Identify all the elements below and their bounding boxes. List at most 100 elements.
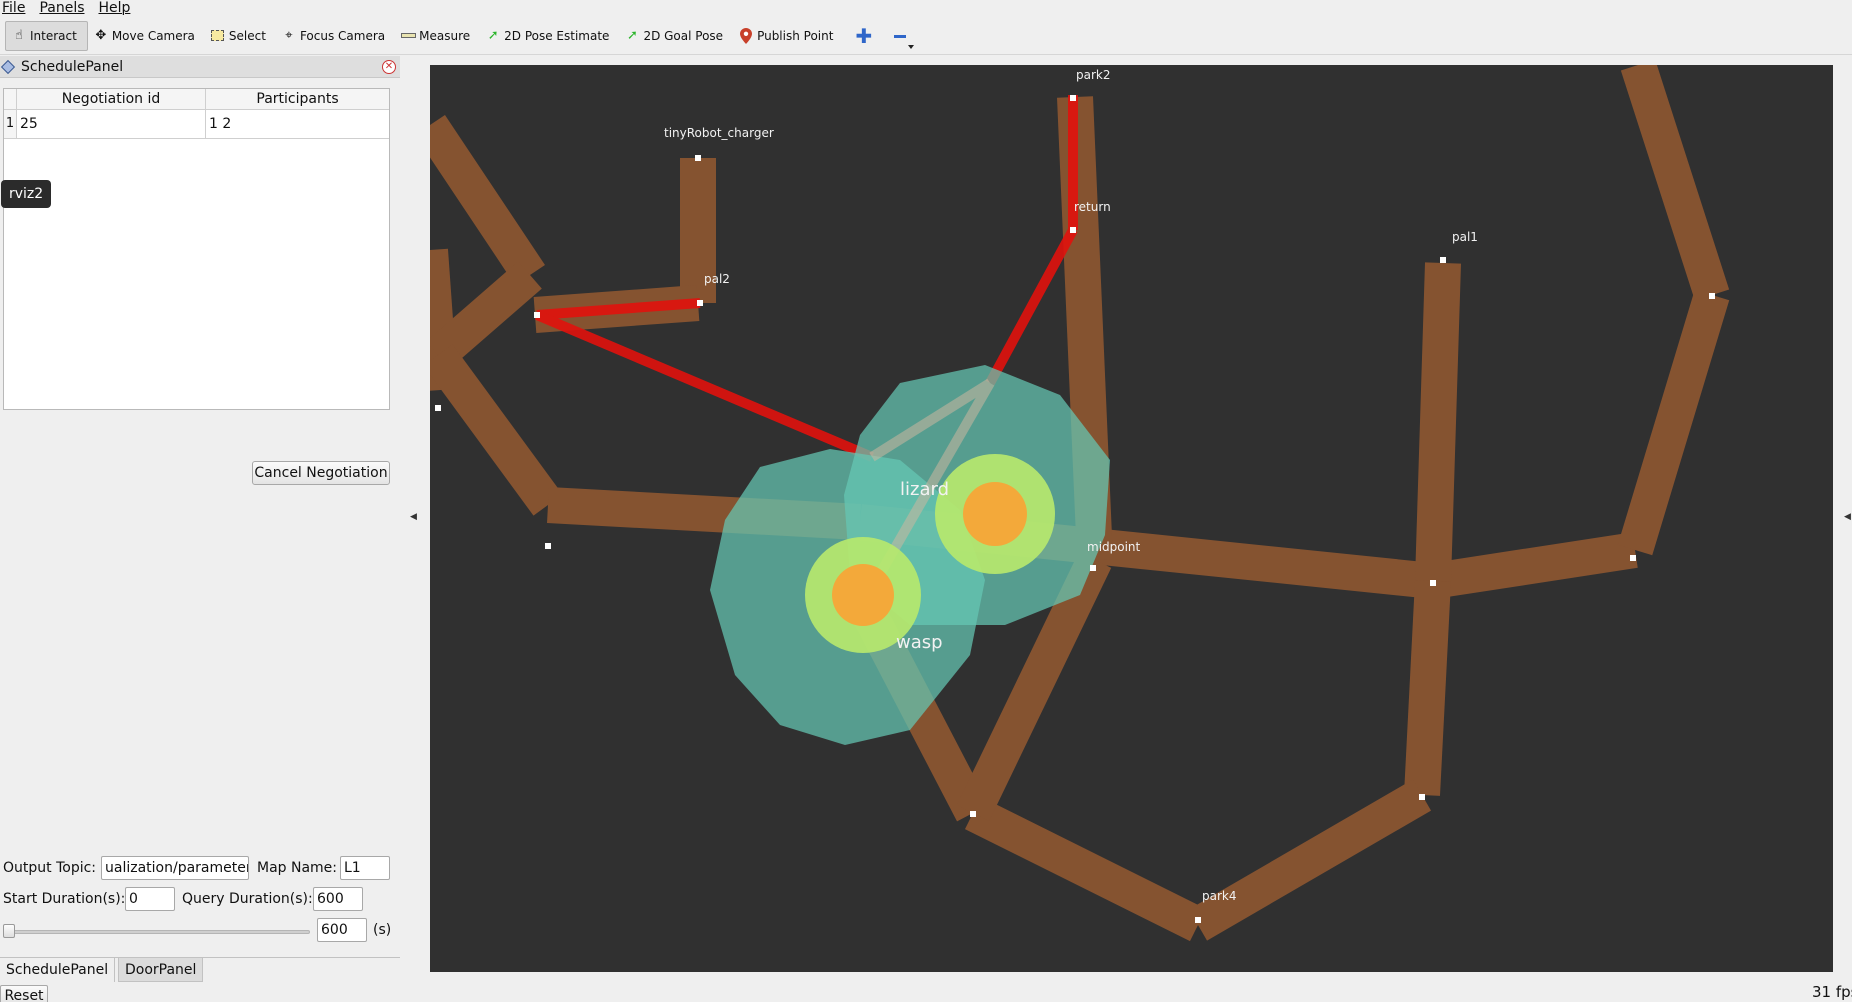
duration-slider-handle[interactable] [3, 924, 15, 938]
waypoint [1070, 227, 1076, 233]
panel-diamond-icon [0, 59, 16, 74]
label-tinyrobot-charger: tinyRobot_charger [664, 126, 774, 140]
lane [430, 344, 563, 516]
path-segment [985, 227, 1078, 386]
negotiation-id-cell[interactable]: 25 [17, 110, 206, 138]
measure-tool-button[interactable]: Measure [395, 21, 480, 51]
duration-slider-track[interactable] [10, 930, 310, 934]
rviz2-tooltip: rviz2 [1, 180, 52, 208]
waypoint [695, 155, 701, 161]
pose-estimate-label: 2D Pose Estimate [504, 28, 610, 43]
menu-panels[interactable]: Panels [39, 0, 84, 16]
column-header-participants[interactable]: Participants [206, 89, 389, 109]
select-rectangle-icon [210, 28, 226, 44]
participants-cell[interactable]: 1 2 [206, 110, 389, 138]
column-header-negotiation-id[interactable]: Negotiation id [17, 89, 206, 109]
menu-bar: File Panels Help [0, 0, 1852, 16]
menu-help[interactable]: Help [99, 0, 131, 16]
start-duration-input[interactable]: 0 [125, 887, 175, 911]
add-tool-icon[interactable]: ✚ [843, 21, 884, 51]
query-duration-input[interactable]: 600 [313, 887, 363, 911]
map-pin-icon [738, 27, 754, 44]
ruler-icon [400, 28, 416, 44]
left-dock: SchedulePanel ✕ Negotiation id Participa… [0, 56, 404, 1002]
schedule-panel-title: SchedulePanel [21, 58, 124, 75]
start-duration-label: Start Duration(s): [3, 891, 126, 907]
waypoint [1419, 794, 1425, 800]
waypoint [1070, 95, 1076, 101]
move-camera-tool-button[interactable]: ✥ Move Camera [88, 21, 205, 51]
lane [1188, 779, 1432, 941]
label-return: return [1074, 200, 1111, 214]
pose-estimate-tool-button[interactable]: ➚ 2D Pose Estimate [480, 21, 619, 51]
slider-value-input[interactable]: 600 [317, 918, 367, 942]
waypoint [970, 811, 976, 817]
lizard-core [963, 482, 1027, 546]
fps-counter: 31 fps [1812, 983, 1852, 1001]
measure-label: Measure [419, 28, 471, 43]
map-name-label: Map Name: [257, 860, 338, 876]
label-midpoint: midpoint [1087, 540, 1141, 554]
waypoint [1430, 580, 1436, 586]
focus-camera-tool-button[interactable]: ⌖ Focus Camera [276, 21, 395, 51]
table-row[interactable]: 1 25 1 2 [4, 110, 389, 139]
tab-door-panel[interactable]: DoorPanel [118, 958, 204, 982]
publish-point-tool-button[interactable]: Publish Point [733, 21, 843, 51]
label-wasp: wasp [896, 632, 943, 653]
lane [1415, 262, 1461, 582]
select-tool-button[interactable]: Select [205, 21, 276, 51]
label-pal2: pal2 [704, 272, 730, 286]
publish-point-label: Publish Point [757, 28, 834, 43]
label-lizard: lizard [900, 479, 949, 500]
lane [1617, 289, 1730, 556]
hand-pointer-icon: ☝ [15, 28, 23, 43]
path-segment [535, 310, 874, 462]
panel-tab-bar: SchedulePanel DoorPanel [0, 957, 400, 982]
move-camera-label: Move Camera [111, 28, 195, 43]
lane [1620, 65, 1730, 301]
wasp-core [832, 564, 894, 626]
lane [1430, 532, 1638, 599]
output-topic-input[interactable]: ualization/parameters [101, 856, 249, 880]
collapse-right-icon[interactable]: ◀ [1844, 512, 1851, 522]
goal-pose-tool-button[interactable]: ➚ 2D Goal Pose [619, 21, 733, 51]
label-pal1: pal1 [1452, 230, 1478, 244]
goal-pose-label: 2D Goal Pose [643, 28, 724, 43]
row-number: 1 [4, 110, 17, 138]
map-canvas: park2 tinyRobot_charger return pal1 pal2… [430, 65, 1730, 942]
waypoint [1195, 917, 1201, 923]
reset-button[interactable]: Reset [0, 985, 48, 1002]
waypoint [1090, 565, 1096, 571]
label-park2: park2 [1076, 68, 1111, 82]
label-park4: park4 [1202, 889, 1237, 903]
waypoint [545, 543, 551, 549]
table-corner [4, 89, 17, 109]
output-topic-label: Output Topic: [3, 860, 97, 876]
interact-tool-button[interactable]: ☝ Interact [5, 20, 88, 51]
waypoint [1630, 555, 1636, 561]
negotiation-table[interactable]: Negotiation id Participants 1 25 1 2 [3, 88, 390, 410]
waypoint [1709, 293, 1715, 299]
remove-tool-icon[interactable] [884, 21, 916, 51]
select-label: Select [228, 28, 266, 43]
map-name-input[interactable]: L1 [340, 856, 390, 880]
collapse-left-icon[interactable]: ◀ [410, 512, 417, 522]
render-viewport[interactable]: park2 tinyRobot_charger return pal1 pal2… [430, 65, 1833, 972]
close-icon[interactable]: ✕ [382, 60, 396, 74]
focus-camera-label: Focus Camera [299, 28, 386, 43]
lane [1404, 580, 1451, 796]
toolbar: ☝ Interact ✥ Move Camera Select ⌖ Focus … [0, 17, 1852, 55]
move-arrows-icon: ✥ [95, 28, 107, 43]
crosshair-icon: ⌖ [285, 28, 293, 43]
interact-label: Interact [30, 28, 77, 43]
query-duration-label: Query Duration(s): [182, 891, 313, 907]
schedule-panel-header: SchedulePanel ✕ [0, 56, 400, 78]
tab-schedule-panel[interactable]: SchedulePanel [0, 958, 116, 982]
waypoint [1440, 257, 1446, 263]
robot-lizard [935, 454, 1055, 574]
cancel-negotiation-button[interactable]: Cancel Negotiation [252, 461, 390, 485]
waypoint [435, 405, 441, 411]
green-arrow-icon: ➚ [626, 28, 638, 43]
menu-file[interactable]: File [2, 0, 25, 16]
table-header: Negotiation id Participants [4, 89, 389, 110]
